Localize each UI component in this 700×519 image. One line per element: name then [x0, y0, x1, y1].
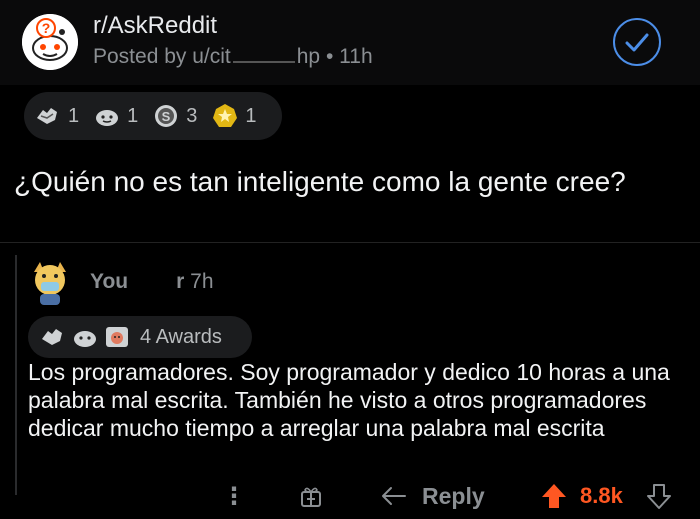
- snoo-avatar-icon: [34, 262, 66, 305]
- hands-award-icon: [40, 324, 66, 350]
- cat-award-icon: [104, 324, 130, 350]
- thread-line[interactable]: [15, 255, 17, 495]
- reply-label: Reply: [422, 482, 485, 509]
- wholesome-award-icon: [72, 324, 98, 350]
- award-count: 1: [127, 104, 139, 127]
- redacted-username: [232, 61, 295, 63]
- award-item: S 3: [152, 102, 197, 130]
- downvote-button[interactable]: [646, 476, 672, 516]
- award-count: 3: [186, 104, 198, 127]
- moderator-check-button[interactable]: [613, 18, 661, 66]
- posted-by: Posted by u/cit hp • 11h: [93, 45, 373, 69]
- subreddit-avatar[interactable]: ?: [22, 14, 78, 70]
- askreddit-logo-icon: ?: [22, 14, 78, 70]
- post-awards[interactable]: 1 1 S 3 1: [24, 92, 282, 140]
- posted-by-user-end[interactable]: hp: [297, 45, 320, 68]
- posted-by-user[interactable]: Posted by u/cit: [93, 45, 231, 68]
- separator-dot: •: [325, 45, 334, 68]
- post-age: 11h: [339, 45, 373, 68]
- reply-button[interactable]: Reply: [380, 476, 485, 516]
- hands-award-icon: [34, 102, 62, 130]
- gold-award-icon: [211, 102, 239, 130]
- wholesome-award-icon: [93, 102, 121, 130]
- post-header: ? r/AskReddit Posted by u/cit hp • 11h: [0, 0, 700, 85]
- award-item: 1: [211, 102, 257, 130]
- award-item: 1: [34, 102, 79, 130]
- comment-age: 7h: [190, 270, 214, 293]
- downvote-arrow-icon: [647, 484, 671, 509]
- comment-meta: You r 7h: [90, 270, 214, 294]
- comment-awards[interactable]: 4 Awards: [28, 316, 252, 358]
- commenter-username-end[interactable]: r: [176, 270, 184, 293]
- award-count: 1: [68, 104, 80, 127]
- commenter-username[interactable]: You: [90, 270, 128, 293]
- vote-score: 8.8k: [580, 483, 623, 508]
- more-options-button[interactable]: ⋮: [222, 476, 246, 516]
- svg-text:?: ?: [42, 20, 51, 36]
- award-count: 1: [245, 104, 257, 127]
- awards-count-label: 4 Awards: [140, 325, 222, 348]
- more-options-icon: ⋮: [222, 482, 246, 510]
- give-award-button[interactable]: [298, 476, 324, 516]
- silver-award-icon: S: [152, 102, 180, 130]
- upvote-arrow-icon: [542, 484, 566, 508]
- comment-actions: ⋮ Reply 8.8k: [0, 476, 700, 516]
- award-item: 1: [93, 102, 138, 130]
- gift-icon: [301, 487, 321, 507]
- checkmark-icon: [625, 33, 649, 52]
- divider: [0, 242, 700, 243]
- post-title: ¿Quién no es tan inteligente como la gen…: [14, 166, 626, 197]
- reply-arrow-icon: [382, 487, 406, 505]
- svg-text:S: S: [162, 109, 171, 124]
- comment-body: Los programadores. Soy programador y ded…: [28, 359, 670, 441]
- subreddit-name[interactable]: r/AskReddit: [93, 12, 217, 40]
- upvote-button[interactable]: [540, 476, 568, 516]
- commenter-avatar[interactable]: [28, 260, 72, 306]
